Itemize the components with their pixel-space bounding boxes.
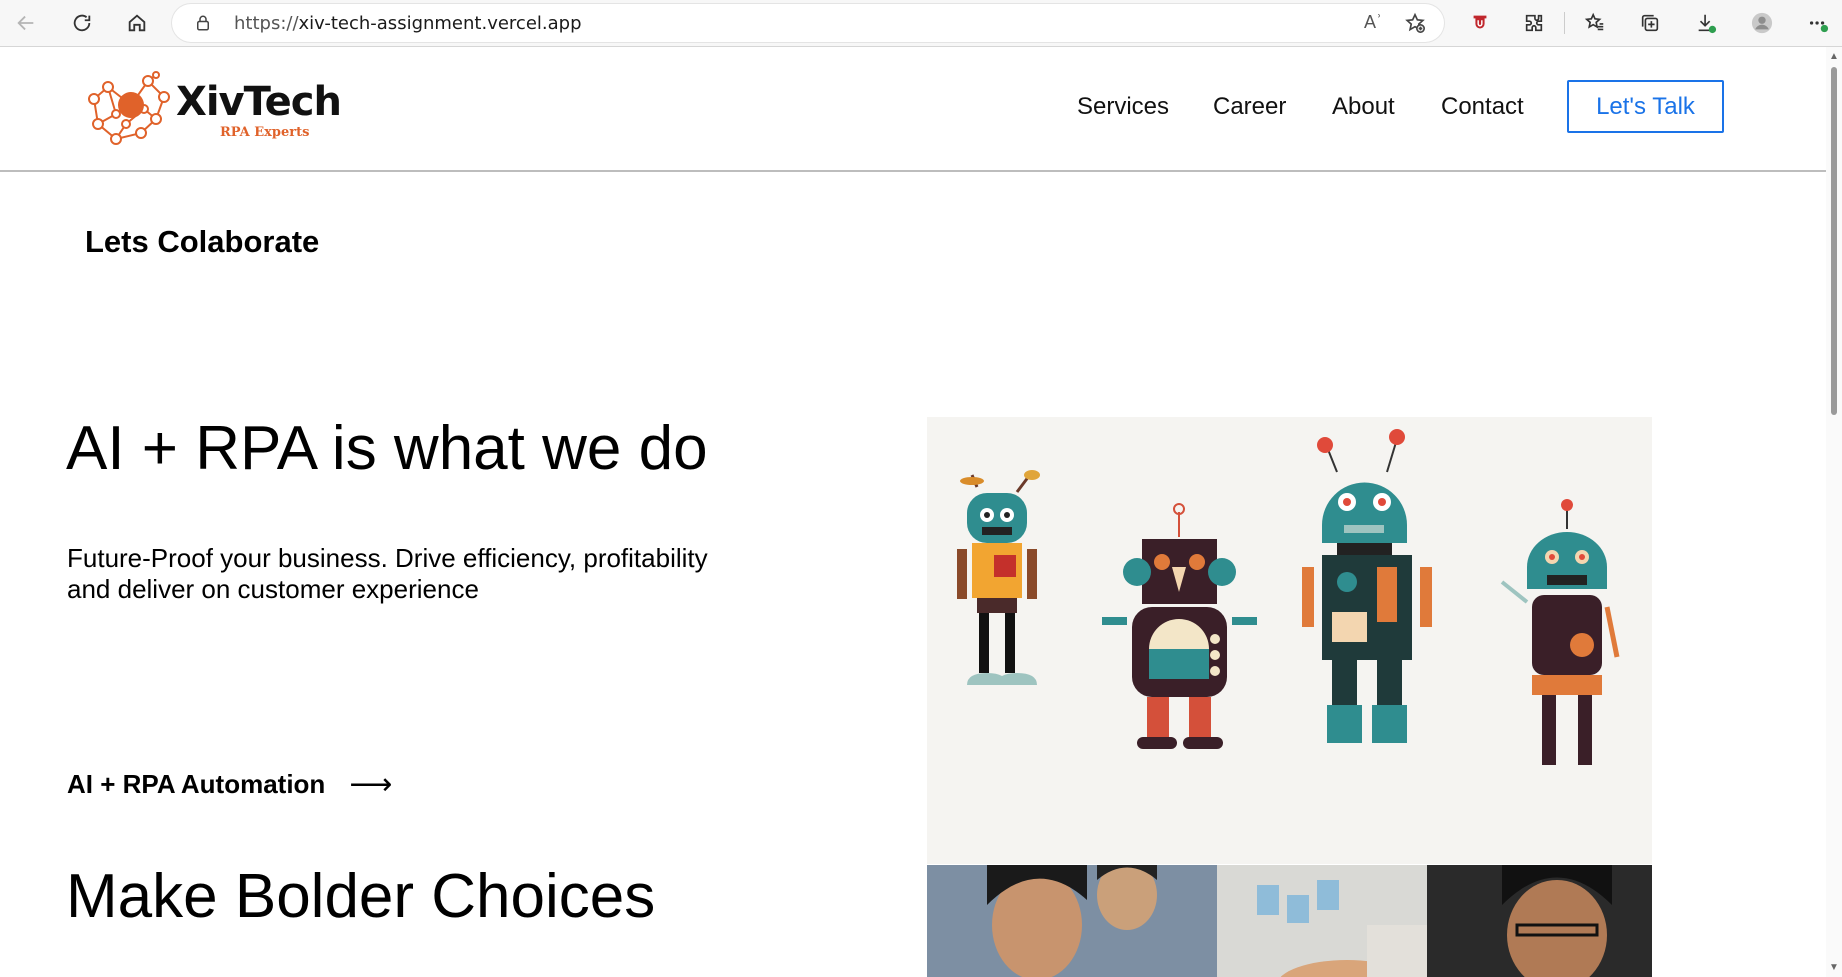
robot-2-icon xyxy=(1102,503,1257,749)
downloads-icon[interactable] xyxy=(1690,7,1722,39)
extensions-icon[interactable] xyxy=(1518,7,1550,39)
lock-icon[interactable] xyxy=(194,14,212,32)
back-icon[interactable] xyxy=(10,7,42,39)
add-favorite-icon[interactable] xyxy=(1404,12,1426,34)
lets-talk-button[interactable]: Let's Talk xyxy=(1567,80,1724,133)
scroll-down-icon[interactable]: ▼ xyxy=(1829,962,1839,973)
site-header: XivTech RPA Experts Services Career Abou… xyxy=(0,47,1826,172)
browser-toolbar: https://xiv-tech-assignment.vercel.app A… xyxy=(0,0,1842,47)
robot-4-icon xyxy=(1500,499,1620,765)
section-link-label: AI + RPA Automation xyxy=(67,769,326,799)
page-scrollbar[interactable]: ▲ ▼ xyxy=(1826,47,1842,977)
home-icon[interactable] xyxy=(121,7,153,39)
robot-3-icon xyxy=(1302,429,1432,743)
nav-link-career[interactable]: Career xyxy=(1213,93,1286,121)
more-menu-icon[interactable] xyxy=(1802,7,1834,39)
logo-network-icon xyxy=(88,71,170,145)
site-logo[interactable]: XivTech RPA Experts xyxy=(86,69,342,149)
favorites-icon[interactable] xyxy=(1579,7,1611,39)
nav-link-contact[interactable]: Contact xyxy=(1441,93,1524,121)
profile-avatar-icon[interactable] xyxy=(1746,7,1778,39)
address-bar[interactable]: https://xiv-tech-assignment.vercel.app A… xyxy=(172,4,1444,42)
hero-title: AI + RPA is what we do xyxy=(66,414,708,483)
logo-wordmark: XivTech xyxy=(176,79,342,125)
shield-extension-icon[interactable] xyxy=(1464,7,1496,39)
scroll-thumb[interactable] xyxy=(1831,67,1837,415)
ai-rpa-automation-link[interactable]: AI + RPA Automation ⟶ xyxy=(67,767,392,802)
scroll-up-icon[interactable]: ▲ xyxy=(1829,51,1839,62)
url-text[interactable]: https://xiv-tech-assignment.vercel.app xyxy=(234,13,582,34)
robots-illustration xyxy=(927,417,1652,864)
toolbar-divider xyxy=(1564,12,1565,34)
team-photo xyxy=(927,865,1652,977)
arrow-right-icon: ⟶ xyxy=(349,767,393,802)
logo-tagline: RPA Experts xyxy=(220,125,310,140)
nav-link-services[interactable]: Services xyxy=(1077,93,1169,121)
make-bolder-choices-heading: Make Bolder Choices xyxy=(66,862,656,931)
read-aloud-icon[interactable]: Aʾ xyxy=(1364,12,1382,33)
webpage: XivTech RPA Experts Services Career Abou… xyxy=(0,47,1826,977)
hero-subtitle: Future-Proof your business. Drive effici… xyxy=(67,543,708,604)
refresh-icon[interactable] xyxy=(66,7,98,39)
collections-icon[interactable] xyxy=(1634,7,1666,39)
nav-link-about[interactable]: About xyxy=(1332,93,1395,121)
robot-1-icon xyxy=(957,470,1040,685)
collaborate-heading: Lets Colaborate xyxy=(85,224,320,259)
